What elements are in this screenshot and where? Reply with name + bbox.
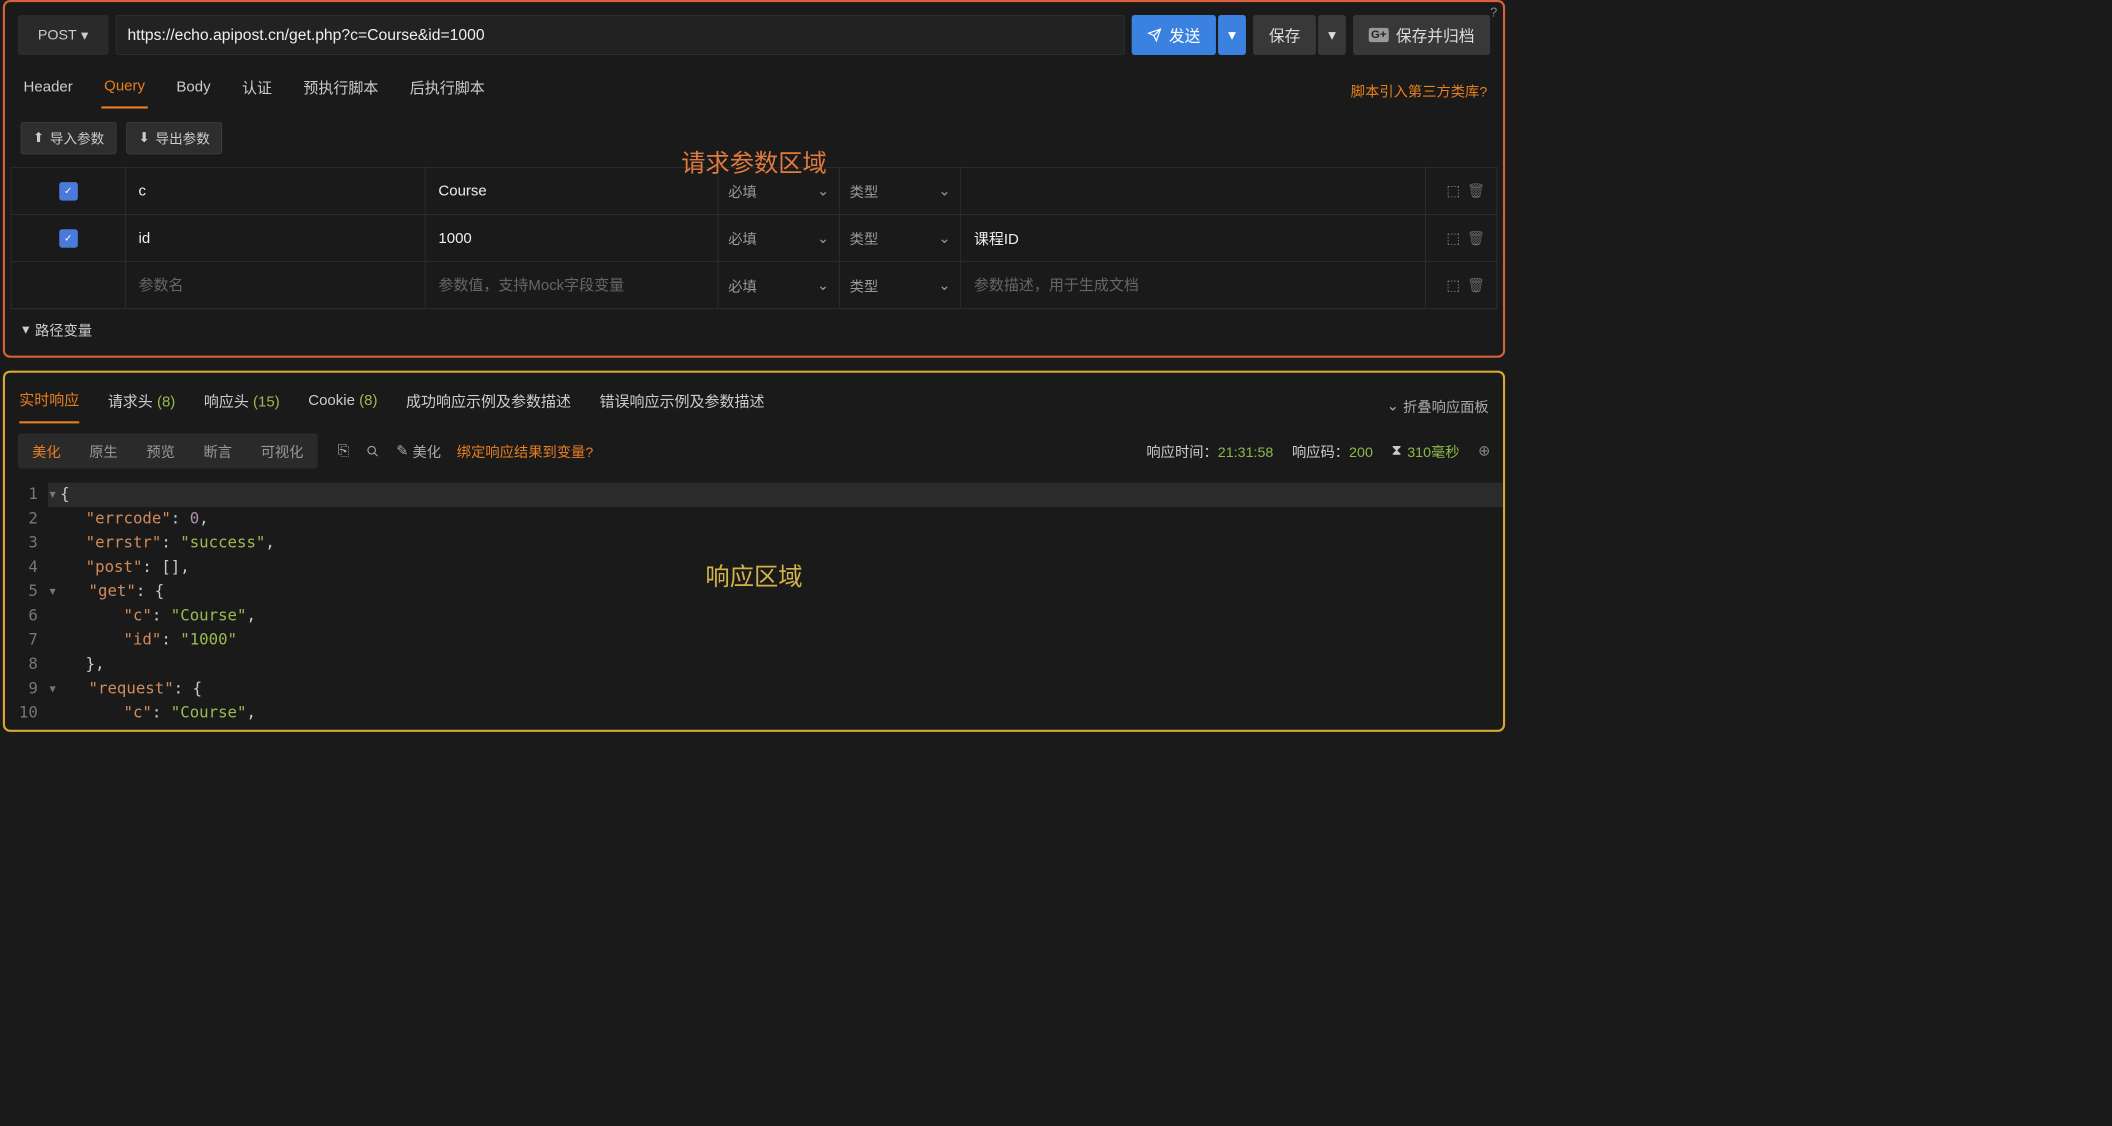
download-icon: ⬇	[138, 130, 149, 146]
path-variables-toggle[interactable]: ▾ 路径变量	[11, 309, 1498, 350]
chevron-down-icon: ⌄	[938, 229, 950, 247]
chevron-down-icon: ⌄	[938, 182, 950, 200]
delete-icon[interactable]: 🗑	[1467, 231, 1485, 247]
import-label: 导入参数	[50, 129, 104, 148]
param-name-input[interactable]	[126, 215, 425, 261]
resp-tab-req-headers[interactable]: 请求头 (8)	[108, 389, 175, 422]
delete-icon[interactable]: 🗑	[1467, 278, 1485, 294]
request-tabs: Header Query Body 认证 预执行脚本 后执行脚本 脚本引入第三方…	[11, 59, 1498, 109]
triangle-down-icon: ▾	[22, 321, 29, 339]
type-select[interactable]: 类型⌄	[840, 181, 961, 202]
view-preview[interactable]: 预览	[132, 433, 189, 468]
view-raw[interactable]: 原生	[75, 433, 132, 468]
send-label: 发送	[1169, 24, 1200, 47]
response-tabs: 实时响应 请求头 (8) 响应头 (15) Cookie (8) 成功响应示例及…	[5, 376, 1503, 424]
param-desc-input[interactable]	[961, 168, 1425, 214]
code-content: ▾{ "errcode": 0, "errstr": "success", "p…	[48, 483, 1503, 726]
line-gutter: 12345678910	[5, 483, 48, 726]
param-value-input[interactable]	[426, 215, 718, 261]
http-method-label: POST	[38, 27, 77, 43]
param-desc-input[interactable]	[961, 262, 1425, 308]
delete-icon[interactable]: 🗑	[1467, 183, 1485, 199]
request-area: ? POST ▾ 发送 ▾ 保存 ▾	[3, 0, 1505, 358]
table-row: ✓ 必填⌄ 类型⌄ ⬚ 🗑	[11, 167, 1497, 214]
save-label: 保存	[1269, 24, 1300, 47]
tab-prescript[interactable]: 预执行脚本	[301, 71, 382, 110]
archive-icon: G+	[1369, 28, 1389, 42]
response-meta: 响应时间：21:31:58 响应码：200 ⧗ 310毫秒 ⊕	[1146, 441, 1490, 462]
checkbox[interactable]: ✓	[59, 229, 78, 248]
chevron-down-icon: ▾	[81, 26, 88, 44]
param-desc-input[interactable]	[961, 215, 1425, 261]
script-lib-link[interactable]: 脚本引入第三方类库?	[1351, 80, 1487, 101]
resp-tab-success-ex[interactable]: 成功响应示例及参数描述	[406, 389, 571, 422]
url-input[interactable]	[115, 15, 1124, 55]
save-dropdown-button[interactable]: ▾	[1318, 15, 1346, 55]
http-method-select[interactable]: POST ▾	[18, 15, 108, 55]
hourglass-icon: ⧗	[1391, 443, 1401, 459]
required-select[interactable]: 必填⌄	[718, 181, 839, 202]
tab-postscript[interactable]: 后执行脚本	[407, 71, 488, 110]
download-icon[interactable]: ⊕	[1478, 442, 1490, 460]
tab-auth[interactable]: 认证	[239, 71, 275, 110]
tab-body[interactable]: Body	[174, 73, 214, 107]
send-icon	[1147, 28, 1161, 42]
cube-icon[interactable]: ⬚	[1446, 231, 1459, 247]
resp-tab-resp-headers[interactable]: 响应头 (15)	[204, 389, 280, 422]
required-select[interactable]: 必填⌄	[718, 275, 839, 296]
chevron-down-icon: ⌄	[817, 229, 829, 247]
response-time: 21:31:58	[1218, 445, 1274, 461]
save-archive-label: 保存并归档	[1396, 24, 1475, 47]
search-icon[interactable]	[366, 444, 379, 457]
view-mode-group: 美化 原生 预览 断言 可视化	[18, 433, 318, 468]
view-pretty[interactable]: 美化	[18, 433, 75, 468]
resp-tab-cookie[interactable]: Cookie (8)	[308, 392, 377, 421]
send-button[interactable]: 发送	[1132, 15, 1216, 55]
url-bar: POST ▾ 发送 ▾ 保存 ▾ G+	[11, 11, 1498, 60]
export-label: 导出参数	[156, 129, 210, 148]
resp-tab-live[interactable]: 实时响应	[19, 388, 79, 423]
param-value-input[interactable]	[426, 168, 718, 214]
param-name-input[interactable]	[126, 262, 425, 308]
chevron-down-icon: ⌄	[938, 276, 950, 294]
type-select[interactable]: 类型⌄	[840, 275, 961, 296]
import-params-button[interactable]: ⬆ 导入参数	[21, 122, 117, 154]
copy-icon[interactable]: ⎘	[338, 443, 349, 459]
checkbox[interactable]: ✓	[59, 182, 78, 201]
table-row: ✓ 必填⌄ 类型⌄ ⬚ 🗑	[11, 215, 1497, 262]
response-duration: 310毫秒	[1407, 441, 1459, 462]
view-assert[interactable]: 断言	[189, 433, 246, 468]
params-table: ✓ 必填⌄ 类型⌄ ⬚ 🗑 ✓ 必填⌄ 类型⌄ ⬚ 🗑	[11, 167, 1498, 309]
cube-icon[interactable]: ⬚	[1446, 278, 1459, 294]
collapse-icon: ⌄	[1387, 397, 1399, 415]
save-button[interactable]: 保存	[1253, 15, 1316, 55]
help-icon[interactable]: ?	[1490, 5, 1497, 20]
wand-icon: ✎	[396, 442, 408, 460]
response-code: 200	[1349, 445, 1373, 461]
view-visual[interactable]: 可视化	[246, 433, 317, 468]
param-value-input[interactable]	[426, 262, 718, 308]
export-params-button[interactable]: ⬇ 导出参数	[126, 122, 222, 154]
chevron-down-icon: ⌄	[817, 276, 829, 294]
response-body[interactable]: 12345678910 ▾{ "errcode": 0, "errstr": "…	[5, 478, 1503, 729]
save-archive-button[interactable]: G+ 保存并归档	[1353, 15, 1490, 55]
tab-header[interactable]: Header	[21, 73, 76, 107]
resp-tab-error-ex[interactable]: 错误响应示例及参数描述	[600, 389, 765, 422]
collapse-panel-button[interactable]: ⌄ 折叠响应面板	[1387, 396, 1489, 417]
send-dropdown-button[interactable]: ▾	[1218, 15, 1246, 55]
required-select[interactable]: 必填⌄	[718, 228, 839, 249]
table-row-empty: 必填⌄ 类型⌄ ⬚ 🗑	[11, 262, 1497, 309]
response-toolbar: 美化 原生 预览 断言 可视化 ⎘ ✎ 美化 绑定响应结果到变量? 响应时间：2…	[5, 423, 1503, 478]
cube-icon[interactable]: ⬚	[1446, 183, 1459, 199]
bind-result-link[interactable]: 绑定响应结果到变量?	[457, 441, 593, 462]
param-name-input[interactable]	[126, 168, 425, 214]
path-vars-label: 路径变量	[35, 319, 92, 340]
tab-query[interactable]: Query	[101, 72, 148, 108]
param-toolbar: ⬆ 导入参数 ⬇ 导出参数	[11, 109, 1498, 167]
chevron-down-icon: ⌄	[817, 182, 829, 200]
response-area: 实时响应 请求头 (8) 响应头 (15) Cookie (8) 成功响应示例及…	[3, 371, 1505, 732]
beautify-button[interactable]: ✎ 美化	[396, 441, 441, 462]
type-select[interactable]: 类型⌄	[840, 228, 961, 249]
upload-icon: ⬆	[33, 130, 44, 146]
